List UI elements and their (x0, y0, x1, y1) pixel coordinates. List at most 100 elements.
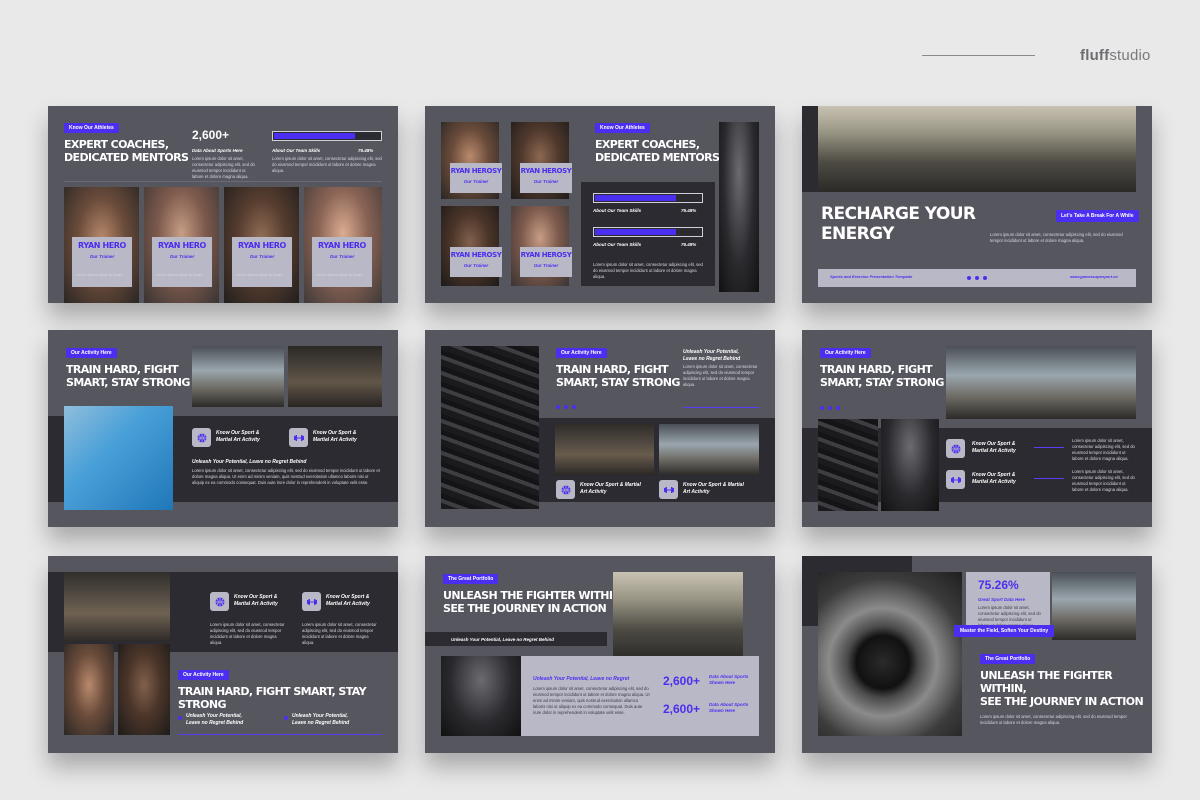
stat-value: 2,600+ (663, 674, 701, 688)
slide-title: UNLEASH THE FIGHTER WITHIN, SEE THE JOURN… (443, 589, 625, 616)
slide-tag: The Great Portfolio (980, 654, 1036, 664)
stat-value: 2,600+ (663, 702, 701, 716)
accent-rule (178, 734, 382, 735)
section-description: Lorem ipsum dolor sit amet, consectetur … (192, 468, 380, 486)
bullet-text: Unleash Your Potential, Leave no Regret … (292, 713, 350, 726)
athlete-photo (441, 656, 521, 736)
trainer-caption: Lorem ipsum dolor sit amet (76, 273, 122, 277)
stat-label: Data About Sports Shown Here (709, 674, 749, 685)
athlete-photo (719, 122, 759, 292)
skill-progress-bar (593, 193, 703, 203)
weight-plate-photo (818, 572, 962, 736)
trainer-card[interactable]: RYAN HEROSY Our Trainer (450, 247, 502, 277)
slide-4-train-hard[interactable]: Our Activity Here TRAIN HARD, FIGHT SMART… (48, 330, 398, 527)
feature-label: Know Our Sport & Martial Art Activity (972, 441, 1016, 454)
skill-label: About Our Team Skills (272, 148, 321, 153)
slide-tag: The Great Portfolio (443, 574, 499, 584)
footer-website[interactable]: www.gamescapesport.co (1070, 274, 1118, 279)
stat-value: 2,600+ (192, 128, 230, 142)
slide-title: RECHARGE YOUR ENERGY (821, 204, 976, 245)
lifting-photo (64, 572, 170, 641)
dumbbell-rack-photo (441, 346, 539, 509)
trainer-card[interactable]: RYAN HERO Our Trainer (152, 237, 212, 287)
panel-description: Lorem ipsum dolor sit amet, consectetur … (533, 686, 650, 716)
trainer-card[interactable]: RYAN HEROSY Our Trainer (520, 247, 572, 277)
panel-subtitle: Unleash Your Potential, Leave no Regret (533, 676, 630, 682)
feature-label: Know Our Sport & Martial Art Activity (234, 594, 278, 607)
athlete-photo (118, 644, 170, 735)
stat-label: Data About Sports Shown Here (709, 702, 749, 713)
section-description: Lorem ipsum dolor sit amet, consectetur … (683, 364, 758, 388)
skill-description: Lorem ipsum dolor sit amet, consectetur … (272, 156, 382, 174)
page-dots (556, 405, 576, 409)
feature-label: Know Our Sport & Martial Art Activity (216, 430, 260, 443)
brand-logo: fluffstudio (1080, 47, 1151, 64)
slide-3-recharge-energy[interactable]: RECHARGE YOUR ENERGY Let's Take A Break F… (802, 106, 1152, 303)
slide-title: TRAIN HARD, FIGHT SMART, STAY STRONG (66, 363, 190, 390)
dark-accent (802, 106, 818, 192)
trainer-card[interactable]: RYAN HERO Our Trainer (312, 237, 372, 287)
slide-title: EXPERT COACHES, DEDICATED MENTORS (64, 138, 189, 165)
smartwatch-photo (64, 406, 173, 510)
slide-description: Lorem ipsum dolor sit amet, consectetur … (980, 714, 1127, 726)
brand-divider (922, 55, 1035, 56)
trainer-card[interactable]: RYAN HERO Our Trainer (232, 237, 292, 287)
skill-label: About Our Team Skills (593, 242, 642, 247)
feature-label: Know Our Sport & Martial Art Activity (683, 482, 744, 495)
slide-tag: Our Activity Here (178, 670, 229, 680)
ball-icon (192, 428, 211, 447)
gym-photo (192, 346, 284, 407)
feature-description: Lorem ipsum dolor sit amet, consectetur … (302, 622, 377, 646)
trainer-card[interactable]: RYAN HERO Our Trainer (72, 237, 132, 287)
ball-icon (556, 480, 575, 499)
slide-6-train-hard[interactable]: Our Activity Here TRAIN HARD, FIGHT SMART… (802, 330, 1152, 527)
slide-tag: Our Activity Here (820, 348, 871, 358)
skill-percent: 76.48% (358, 148, 374, 153)
gym-photo (946, 346, 1136, 419)
trainer-card[interactable]: RYAN HEROSY Our Trainer (520, 163, 572, 193)
take-break-button[interactable]: Let's Take A Break For A While (1056, 210, 1139, 222)
stat-label: Great Sport Data Here (978, 597, 1026, 602)
slide-8-portfolio[interactable]: The Great Portfolio UNLEASH THE FIGHTER … (425, 556, 775, 753)
boxing-photo (555, 424, 654, 475)
stat-label: Data About Sports Here (192, 148, 243, 153)
skill-progress-bar (593, 227, 703, 237)
feature-label: Know Our Sport & Martial Art Activity (326, 594, 370, 607)
slide-tag: Know Our Athletes (64, 123, 119, 133)
stat-description: Lorem ipsum dolor sit amet, consectetur … (192, 156, 255, 180)
slide-description: Lorem ipsum dolor sit amet, consectetur … (990, 232, 1123, 244)
feature-label: Know Our Sport & Martial Art Activity (313, 430, 357, 443)
feature-description: Lorem ipsum dolor sit amet, consectetur … (210, 622, 285, 646)
gym-photo (1052, 572, 1136, 640)
accent-rule (1034, 478, 1064, 479)
slide-title: TRAIN HARD, FIGHT SMART, STAY STRONG (556, 363, 680, 390)
section-subtitle: Unleash Your Potential, Leave no Regret … (451, 637, 555, 642)
boxing-photo (288, 346, 382, 407)
slide-tag: Our Activity Here (66, 348, 117, 358)
slide-5-train-hard[interactable]: Our Activity Here TRAIN HARD, FIGHT SMART… (425, 330, 775, 527)
master-field-button[interactable]: Master the Field, Soften Your Destiny (954, 625, 1055, 637)
bullet-text: Unleash Your Potential, Leave no Regret … (186, 713, 244, 726)
slide-title: TRAIN HARD, FIGHT SMART, STAY STRONG (178, 685, 367, 712)
dumbbell-icon (946, 470, 965, 489)
slide-2-expert-coaches[interactable]: RYAN HEROSY Our Trainer RYAN HEROSY Our Tr… (425, 106, 775, 303)
trainer-caption: Lorem ipsum dolor sit amet (316, 273, 362, 277)
divider (64, 181, 382, 182)
trainer-caption: Lorem ipsum dolor sit amet (236, 273, 282, 277)
bullet (178, 716, 182, 720)
ball-icon (946, 439, 965, 458)
slide-9-portfolio[interactable]: 75.26% Great Sport Data Here Lorem ipsum… (802, 556, 1152, 753)
section-subtitle: Unleash Your Potential, Leave no Regret … (683, 349, 741, 362)
slide-tag: Our Activity Here (556, 348, 607, 358)
ball-icon (210, 592, 229, 611)
slide-1-expert-coaches[interactable]: Know Our Athletes EXPERT COACHES, DEDICAT… (48, 106, 398, 303)
footer-left-text: Sports and Exercise Presentation Templat… (830, 274, 913, 279)
slide-title: EXPERT COACHES, DEDICATED MENTORS (595, 138, 720, 165)
athlete-photo (64, 644, 114, 735)
slide-7-train-hard[interactable]: Know Our Sport & Martial Art Activity Lo… (48, 556, 398, 753)
slide-title: UNLEASH THE FIGHTER WITHIN, SEE THE JOURN… (980, 669, 1144, 709)
stat-value: 75.26% (978, 578, 1019, 592)
skill-percent: 76.48% (681, 242, 697, 247)
runners-photo (818, 106, 1136, 192)
trainer-card[interactable]: RYAN HEROSY Our Trainer (450, 163, 502, 193)
